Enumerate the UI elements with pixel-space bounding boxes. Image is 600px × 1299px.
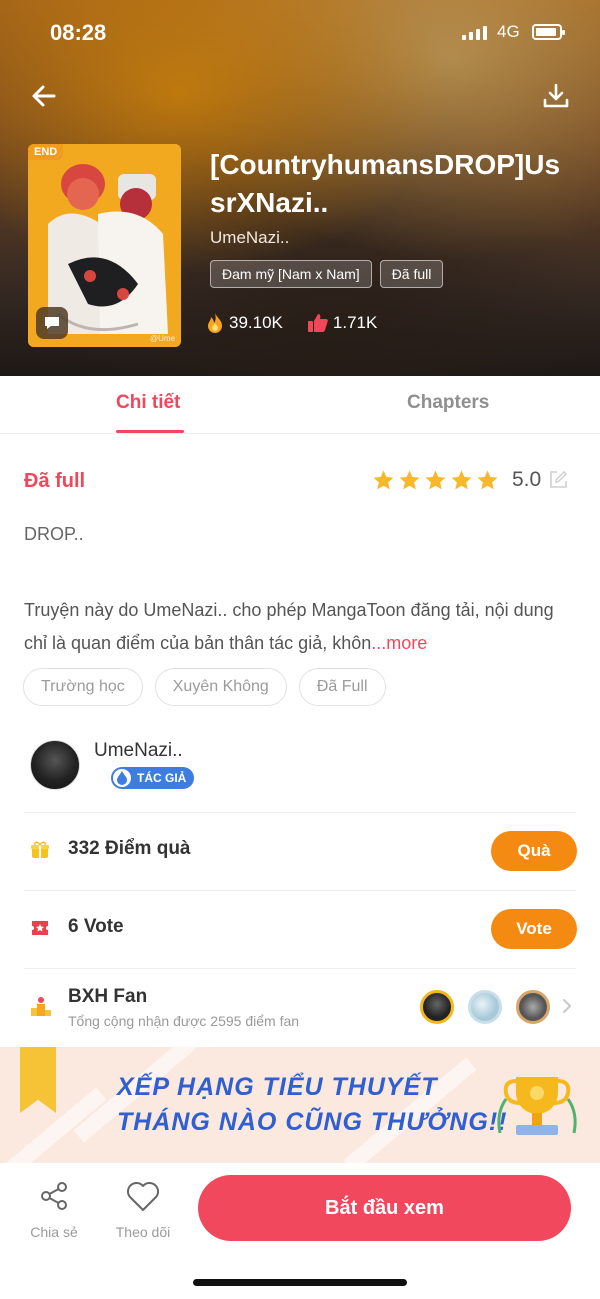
chip-school[interactable]: Trường học xyxy=(23,668,143,706)
fan-ranking-row[interactable]: BXH Fan Tổng cộng nhận được 2595 điểm fa… xyxy=(0,968,600,1046)
arrow-left-icon xyxy=(32,85,56,107)
trophy-icon xyxy=(497,1077,577,1135)
description-long: Truyện này do UmeNazi.. cho phép MangaTo… xyxy=(24,594,564,660)
vote-count-label: 6 Vote xyxy=(68,916,124,937)
start-reading-button[interactable]: Bắt đầu xem xyxy=(198,1175,571,1241)
header-hero: 08:28 4G END @Ume [CountryhumansDROP]Uss… xyxy=(0,0,600,376)
back-button[interactable] xyxy=(28,80,60,112)
star-icon xyxy=(425,469,446,489)
fan-avatar[interactable] xyxy=(468,990,502,1024)
share-label: Chia sẻ xyxy=(30,1224,78,1240)
fan-avatar[interactable] xyxy=(420,990,454,1024)
star-icon xyxy=(451,469,472,489)
podium-icon xyxy=(31,997,51,1016)
avatar[interactable] xyxy=(30,740,80,790)
chip-completed[interactable]: Đã Full xyxy=(298,668,386,706)
end-badge: END xyxy=(28,144,64,160)
status-bar: 08:28 4G xyxy=(0,18,600,48)
author-badge: TÁC GIẢ xyxy=(111,767,195,789)
gift-row: 332 Điểm quà Quà xyxy=(0,812,600,890)
views-stat: 39.10K xyxy=(205,312,283,334)
bottom-action-bar: Chia sẻ Theo dõi Bắt đầu xem xyxy=(0,1163,600,1299)
tag-genre[interactable]: Đam mỹ [Nam x Nam] xyxy=(210,260,372,288)
header-author[interactable]: UmeNazi.. xyxy=(210,228,289,248)
download-button[interactable] xyxy=(540,80,572,112)
description-short: DROP.. xyxy=(24,524,84,544)
tab-active-indicator xyxy=(116,430,184,433)
thumbs-up-icon xyxy=(307,314,328,332)
likes-count: 1.71K xyxy=(332,313,378,332)
share-button[interactable]: Chia sẻ xyxy=(24,1179,84,1240)
ribbon-icon xyxy=(20,1047,56,1113)
tag-chips: Trường học Xuyên Không Đã Full xyxy=(23,668,386,706)
vote-button[interactable]: Vote xyxy=(491,909,577,949)
tag-status[interactable]: Đã full xyxy=(379,260,444,288)
page-title: [CountryhumansDROP]UssrXNazi.. xyxy=(210,149,561,218)
likes-stat: 1.71K xyxy=(307,312,377,334)
cover-image[interactable]: END @Ume xyxy=(28,144,181,347)
gift-points-label: 332 Điểm quà xyxy=(68,838,191,859)
vote-ticket-icon xyxy=(32,921,48,935)
author-name[interactable]: UmeNazi.. xyxy=(94,740,183,762)
chevron-right-icon xyxy=(563,999,571,1013)
gift-icon xyxy=(31,841,49,858)
heart-icon xyxy=(127,1182,159,1211)
fire-icon xyxy=(208,313,222,333)
status-time: 08:28 xyxy=(50,20,107,45)
more-link[interactable]: ...more xyxy=(371,633,427,653)
fan-avatar[interactable] xyxy=(516,990,550,1024)
header-stats: 39.10K 1.71K xyxy=(205,312,377,334)
header-tags: Đam mỹ [Nam x Nam] Đã full xyxy=(210,260,444,288)
author-card[interactable]: UmeNazi.. TÁC GIẢ xyxy=(30,740,570,792)
tab-details[interactable]: Chi tiết xyxy=(116,392,180,414)
views-count: 39.10K xyxy=(229,313,283,332)
signal-icon xyxy=(462,26,487,40)
rating-score: 5.0 xyxy=(512,468,542,491)
banner-title-line2: THÁNG NÀO CŨNG THƯỞNG!! xyxy=(117,1108,508,1136)
tab-chapters[interactable]: Chapters xyxy=(407,392,489,414)
network-label: 4G xyxy=(497,22,520,41)
promo-banner[interactable]: XẾP HẠNG TIỂU THUYẾT THÁNG NÀO CŨNG THƯỞ… xyxy=(0,1047,600,1163)
vote-row: 6 Vote Vote xyxy=(0,890,600,968)
fan-points-total: Tổng cộng nhận được 2595 điểm fan xyxy=(68,1013,300,1029)
comment-badge-icon[interactable] xyxy=(36,307,68,339)
author-badge-label: TÁC GIẢ xyxy=(137,771,187,785)
chip-transmigration[interactable]: Xuyên Không xyxy=(154,668,287,706)
star-icon xyxy=(399,469,420,489)
rating[interactable]: 5.0 xyxy=(372,468,568,492)
banner-title-line1: XẾP HẠNG TIỂU THUYẾT xyxy=(117,1073,438,1101)
gift-button[interactable]: Quà xyxy=(491,831,577,871)
author-badge-icon xyxy=(113,769,131,787)
cover-watermark: @Ume xyxy=(149,334,175,343)
completion-status: Đã full xyxy=(24,470,86,492)
follow-label: Theo dõi xyxy=(115,1224,171,1240)
edit-icon[interactable] xyxy=(548,470,568,490)
home-indicator xyxy=(193,1279,407,1286)
share-icon xyxy=(41,1182,67,1210)
star-icon xyxy=(373,469,394,489)
description-text: Truyện này do UmeNazi.. cho phép MangaTo… xyxy=(24,600,554,653)
fan-ranking-title: BXH Fan xyxy=(68,986,148,1007)
star-icon xyxy=(477,469,498,489)
top-fans xyxy=(420,990,550,1024)
tab-bar: Chi tiết Chapters xyxy=(0,376,600,434)
follow-button[interactable]: Theo dõi xyxy=(113,1179,173,1240)
download-icon xyxy=(543,83,569,108)
battery-icon xyxy=(532,24,565,40)
